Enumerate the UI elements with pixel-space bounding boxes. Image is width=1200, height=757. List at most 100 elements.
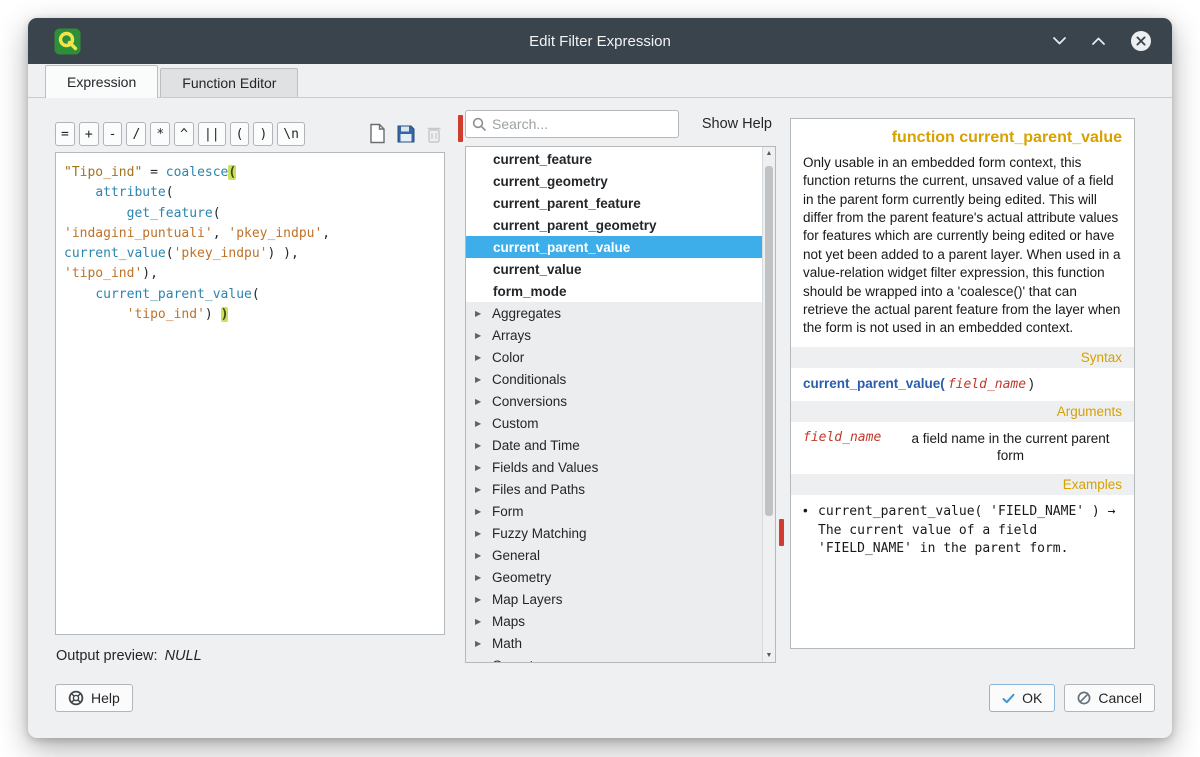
function-item-label: Arrays xyxy=(492,328,531,343)
operator-button[interactable]: ) xyxy=(253,122,273,146)
expand-arrow-icon[interactable]: ▶ xyxy=(475,463,492,472)
search-box[interactable] xyxy=(465,110,679,138)
scroll-down-icon[interactable]: ▼ xyxy=(766,649,773,662)
new-expression-icon[interactable] xyxy=(368,123,387,149)
function-item-current_parent_value[interactable]: current_parent_value xyxy=(466,236,762,258)
expression-panel: =+-/*^||()\n xyxy=(55,122,445,146)
operator-button[interactable]: ^ xyxy=(174,122,194,146)
function-item-Conditionals[interactable]: ▶Conditionals xyxy=(466,368,762,390)
splitter-handle-right[interactable] xyxy=(779,519,784,546)
syntax-function-name: current_parent_value( xyxy=(803,376,945,391)
help-button[interactable]: Help xyxy=(55,684,133,712)
delete-expression-icon[interactable] xyxy=(425,124,443,149)
show-help-button[interactable]: Show Help xyxy=(698,116,776,132)
save-expression-icon[interactable] xyxy=(396,124,416,149)
function-item-label: Files and Paths xyxy=(492,482,585,497)
function-item-current_value[interactable]: current_value xyxy=(466,258,762,280)
function-item-current_parent_geometry[interactable]: current_parent_geometry xyxy=(466,214,762,236)
function-item-label: Custom xyxy=(492,416,539,431)
function-item-General[interactable]: ▶General xyxy=(466,544,762,566)
search-input[interactable] xyxy=(492,116,672,132)
function-item-label: Fields and Values xyxy=(492,460,598,475)
function-item-label: Math xyxy=(492,636,522,651)
expand-arrow-icon[interactable]: ▶ xyxy=(475,639,492,648)
expand-arrow-icon[interactable]: ▶ xyxy=(475,529,492,538)
function-item-Color[interactable]: ▶Color xyxy=(466,346,762,368)
output-preview-value: NULL xyxy=(165,648,202,664)
expand-arrow-icon[interactable]: ▶ xyxy=(475,397,492,406)
expand-arrow-icon[interactable]: ▶ xyxy=(475,375,492,384)
function-item-current_geometry[interactable]: current_geometry xyxy=(466,170,762,192)
scrollbar-track[interactable] xyxy=(763,160,775,649)
function-item-Operators[interactable]: ▶Operators xyxy=(466,654,762,663)
ok-button[interactable]: OK xyxy=(989,684,1055,712)
expand-arrow-icon[interactable]: ▶ xyxy=(475,507,492,516)
function-item-Form[interactable]: ▶Form xyxy=(466,500,762,522)
operator-button[interactable]: / xyxy=(126,122,146,146)
operator-button[interactable]: \n xyxy=(277,122,305,146)
expand-arrow-icon[interactable]: ▶ xyxy=(475,617,492,626)
operator-button[interactable]: - xyxy=(103,122,123,146)
syntax-line: current_parent_value(field_name) xyxy=(803,376,1122,392)
function-item-Geometry[interactable]: ▶Geometry xyxy=(466,566,762,588)
function-item-current_parent_feature[interactable]: current_parent_feature xyxy=(466,192,762,214)
function-item-label: Maps xyxy=(492,614,525,629)
function-item-current_feature[interactable]: current_feature xyxy=(466,148,762,170)
function-item-Fields and Values[interactable]: ▶Fields and Values xyxy=(466,456,762,478)
output-preview: Output preview:NULL xyxy=(56,648,202,664)
function-item-Files and Paths[interactable]: ▶Files and Paths xyxy=(466,478,762,500)
operator-button[interactable]: + xyxy=(79,122,99,146)
scrollbar-handle[interactable] xyxy=(765,166,773,516)
maximize-chevron-up-icon[interactable] xyxy=(1091,36,1106,46)
argument-row: field_name a field name in the current p… xyxy=(803,430,1122,466)
function-item-label: General xyxy=(492,548,540,563)
operator-button[interactable]: * xyxy=(150,122,170,146)
help-description: Only usable in an embedded form context,… xyxy=(803,154,1122,338)
expand-arrow-icon[interactable]: ▶ xyxy=(475,419,492,428)
operator-button[interactable]: || xyxy=(198,122,226,146)
search-icon xyxy=(472,117,486,131)
expand-arrow-icon[interactable]: ▶ xyxy=(475,353,492,362)
scroll-up-icon[interactable]: ▲ xyxy=(766,147,773,160)
qgis-logo xyxy=(54,28,81,55)
operator-button[interactable]: ( xyxy=(230,122,250,146)
tab-expression[interactable]: Expression xyxy=(45,65,158,98)
expand-arrow-icon[interactable]: ▶ xyxy=(475,551,492,560)
shade-chevron-down-icon[interactable] xyxy=(1052,36,1067,46)
function-list-scrollbar[interactable]: ▲ ▼ xyxy=(762,147,775,662)
expand-arrow-icon[interactable]: ▶ xyxy=(475,595,492,604)
function-item-Map Layers[interactable]: ▶Map Layers xyxy=(466,588,762,610)
expand-arrow-icon[interactable]: ▶ xyxy=(475,661,492,664)
example-code: current_parent_value( 'FIELD_NAME' ) → T… xyxy=(818,503,1122,558)
function-item-Maps[interactable]: ▶Maps xyxy=(466,610,762,632)
operator-button[interactable]: = xyxy=(55,122,75,146)
function-list[interactable]: current_featurecurrent_geometry current_p… xyxy=(465,146,776,663)
expand-arrow-icon[interactable]: ▶ xyxy=(475,485,492,494)
close-icon[interactable] xyxy=(1130,30,1152,52)
ok-check-icon xyxy=(1002,693,1015,704)
help-icon xyxy=(68,690,84,706)
splitter-handle-left[interactable] xyxy=(458,115,463,142)
tab-function-editor[interactable]: Function Editor xyxy=(160,68,298,97)
expand-arrow-icon[interactable]: ▶ xyxy=(475,573,492,582)
expand-arrow-icon[interactable]: ▶ xyxy=(475,309,492,318)
cancel-button[interactable]: Cancel xyxy=(1064,684,1155,712)
help-panel[interactable]: function current_parent_value Only usabl… xyxy=(790,118,1135,649)
function-item-Date and Time[interactable]: ▶Date and Time xyxy=(466,434,762,456)
function-item-Arrays[interactable]: ▶Arrays xyxy=(466,324,762,346)
function-item-Conversions[interactable]: ▶Conversions xyxy=(466,390,762,412)
expression-editor[interactable]: "Tipo_ind" = coalesce( attribute( get_fe… xyxy=(55,152,445,635)
expand-arrow-icon[interactable]: ▶ xyxy=(475,331,492,340)
expand-arrow-icon[interactable]: ▶ xyxy=(475,441,492,450)
function-item-label: Form xyxy=(492,504,524,519)
example-result: The current value of a field 'FIELD_NAME… xyxy=(818,523,1068,556)
function-item-Math[interactable]: ▶Math xyxy=(466,632,762,654)
function-list-rows: current_featurecurrent_geometry current_p… xyxy=(466,148,762,662)
function-item-label: current_parent_feature xyxy=(493,196,641,211)
function-item-Aggregates[interactable]: ▶Aggregates xyxy=(466,302,762,324)
function-item-form_mode[interactable]: form_mode xyxy=(466,280,762,302)
syntax-header: Syntax xyxy=(791,347,1134,368)
function-item-Fuzzy Matching[interactable]: ▶Fuzzy Matching xyxy=(466,522,762,544)
titlebar[interactable]: Edit Filter Expression xyxy=(28,18,1172,64)
function-item-Custom[interactable]: ▶Custom xyxy=(466,412,762,434)
